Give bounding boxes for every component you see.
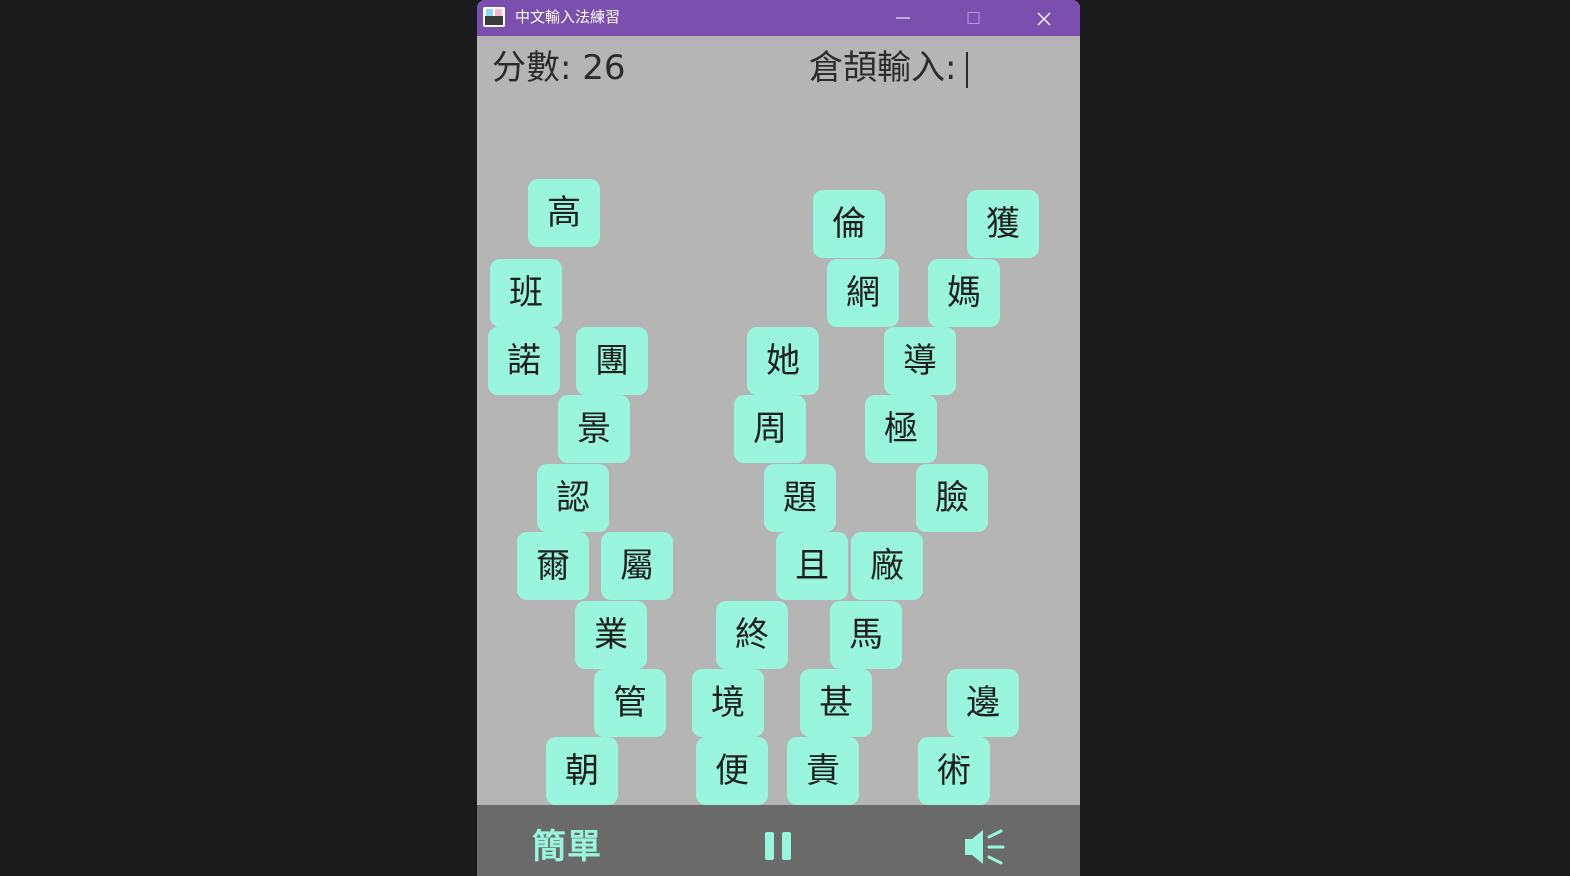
char-tile: 朝 [546,737,618,805]
char-tile: 倫 [813,190,885,258]
sound-button[interactable] [961,825,1009,869]
difficulty-button[interactable]: 簡單 [532,825,602,869]
speaker-icon [965,829,1005,865]
pause-button[interactable] [762,829,796,865]
char-tile: 景 [558,395,630,463]
char-tile: 周 [734,395,806,463]
char-tile: 爾 [517,532,589,600]
text-caret [966,51,969,88]
app-icon [483,7,505,27]
char-tile: 屬 [601,532,673,600]
char-tile: 且 [776,532,848,600]
char-tile: 臉 [916,464,988,532]
char-tile: 媽 [928,259,1000,327]
minimize-icon [896,17,910,19]
char-tile: 高 [528,179,600,247]
char-tile: 團 [576,327,648,395]
char-tile: 管 [594,669,666,737]
char-tile: 認 [537,464,609,532]
char-tile: 廠 [851,532,923,600]
input-label: 倉頡輸入: [809,48,957,88]
game-area: 分數: 26 倉頡輸入: 高 倫 獲 班 網 媽 諾 團 她 導 景 周 極 認… [477,36,1080,805]
game-window: 中文輸入法練習 分數: 26 倉頡輸入: 高 倫 獲 班 網 媽 諾 團 她 導… [477,0,1080,876]
char-tile: 術 [918,737,990,805]
close-icon [1037,12,1051,26]
score-display: 分數: 26 [492,48,626,88]
char-tile: 業 [575,601,647,669]
control-bar: 簡單 [477,805,1080,876]
char-tile: 班 [490,259,562,327]
window-title: 中文輸入法練習 [515,8,621,26]
char-tile: 甚 [800,669,872,737]
minimize-button[interactable] [879,0,925,36]
char-tile: 責 [787,737,859,805]
cangjie-input[interactable]: 倉頡輸入: [809,46,969,90]
maximize-icon [967,12,980,24]
char-tile: 她 [747,327,819,395]
char-tile: 便 [696,737,768,805]
title-bar[interactable]: 中文輸入法練習 [477,0,1080,36]
char-tile: 諾 [488,327,560,395]
char-tile: 獲 [967,190,1039,258]
close-button[interactable] [1020,0,1066,36]
char-tile: 終 [716,601,788,669]
char-tile: 網 [827,259,899,327]
char-tile: 邊 [947,669,1019,737]
char-tile: 境 [692,669,764,737]
char-tile: 導 [884,327,956,395]
char-tile: 題 [764,464,836,532]
char-tile: 馬 [830,601,902,669]
maximize-button[interactable] [949,0,995,36]
char-tile: 極 [865,395,937,463]
